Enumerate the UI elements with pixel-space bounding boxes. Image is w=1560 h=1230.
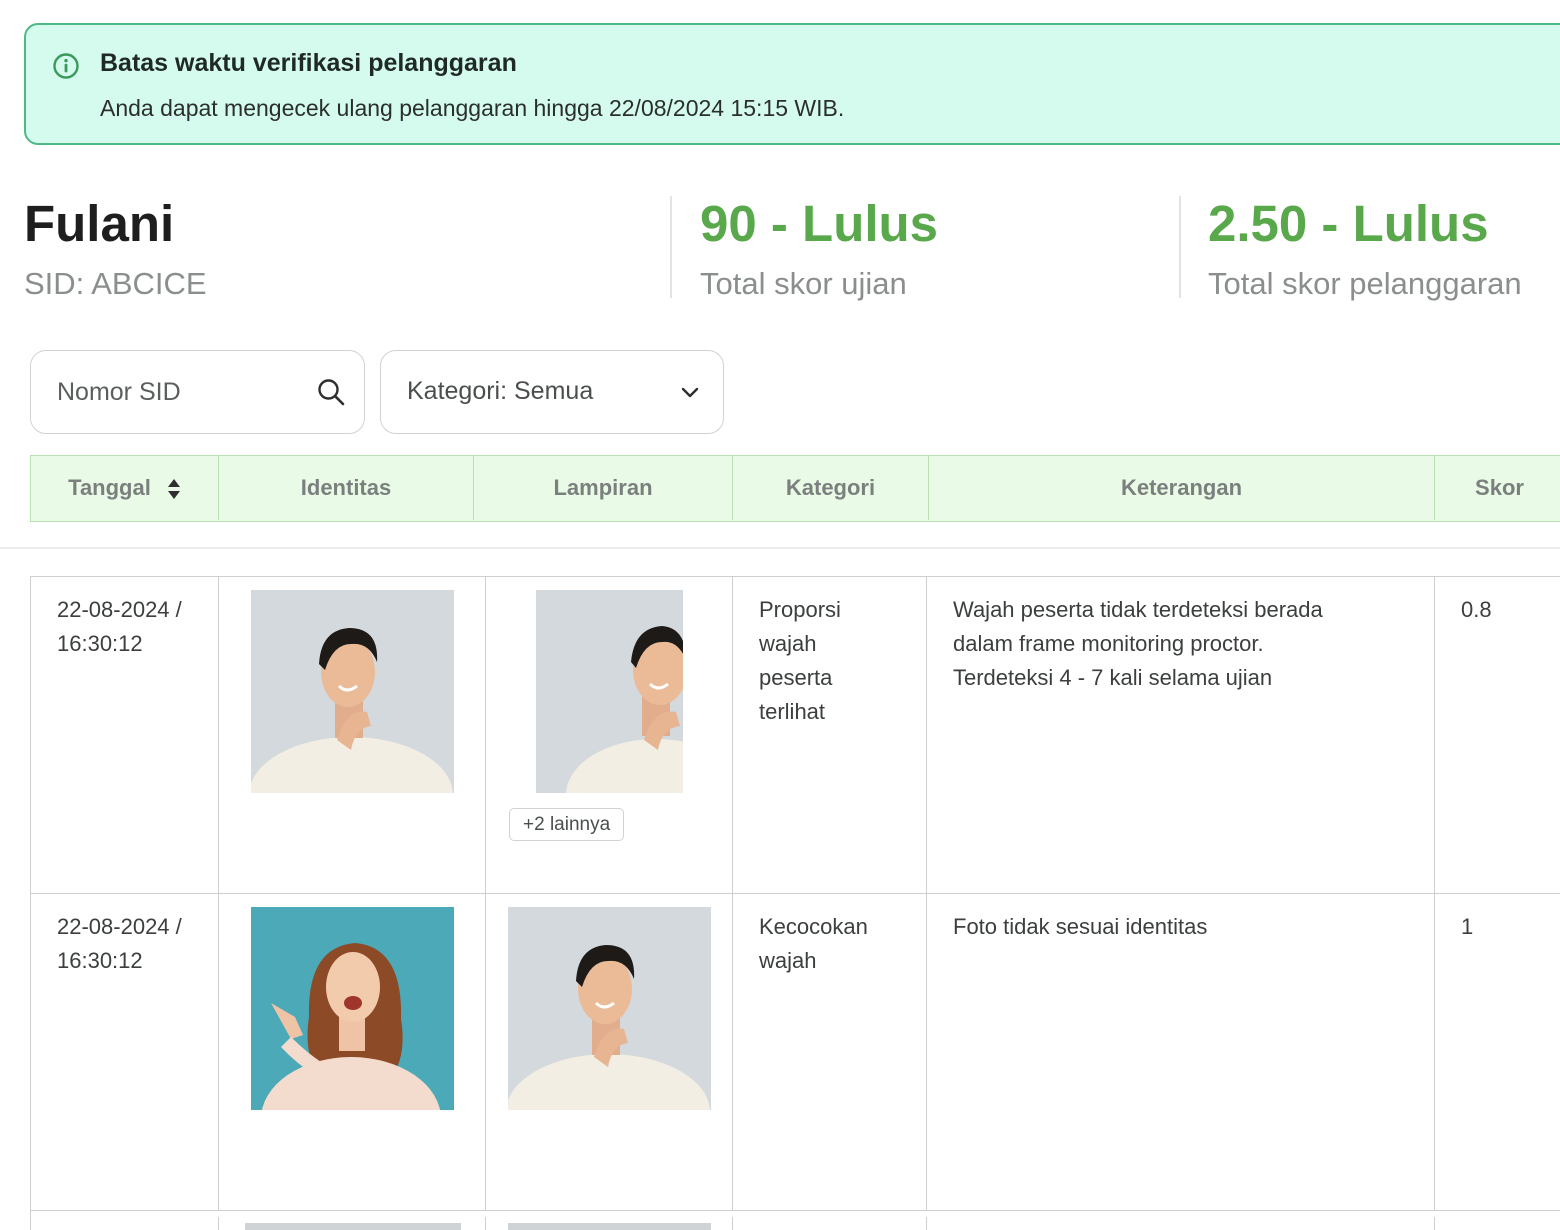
description-text: Wajah peserta tidak terdeteksi berada	[953, 597, 1323, 622]
sid-search-box[interactable]	[30, 350, 365, 434]
identity-cell	[219, 894, 486, 1210]
attachment-photo-cropped[interactable]	[536, 590, 683, 793]
description-text: Terdeteksi 4 - 7 kali selama ujian	[953, 665, 1273, 690]
description-text: dalam frame monitoring proctor.	[953, 631, 1264, 656]
column-header-label: Tanggal	[68, 475, 151, 500]
date-cell: 22-08-2024 / 16:30:12	[31, 894, 219, 1210]
column-header-skor: Skor	[1435, 456, 1560, 520]
info-icon	[53, 53, 79, 79]
alert-message: Anda dapat mengecek ulang pelanggaran hi…	[100, 95, 845, 121]
table-header: Tanggal Identitas Lampiran Kategori Kete…	[30, 455, 1560, 522]
category-text: wajah	[759, 948, 817, 973]
date-cell: 22-08-2024 / 16:30:12	[31, 577, 219, 893]
photo-thumbnail-partial	[508, 1223, 711, 1230]
category-text: wajah	[759, 631, 817, 656]
score-text: 0.8	[1461, 597, 1492, 622]
alert-title: Batas waktu verifikasi pelanggaran	[100, 49, 517, 77]
description-text: Foto tidak sesuai identitas	[953, 914, 1208, 939]
participant-sid: SID: ABCICE	[24, 266, 207, 301]
score-text: 1	[1461, 914, 1474, 939]
column-header-identitas: Identitas	[219, 456, 474, 520]
category-select-label: Kategori: Semua	[407, 377, 594, 405]
deadline-alert: Batas waktu verifikasi pelanggaran Anda …	[24, 23, 1560, 145]
attachment-photo-male[interactable]	[508, 907, 711, 1110]
violation-score: 2.50 - Lulus	[1208, 195, 1489, 252]
summary-divider	[670, 196, 672, 298]
violation-detail-page: Batas waktu verifikasi pelanggaran Anda …	[0, 0, 1560, 1230]
violation-table: 22-08-2024 / 16:30:12 +2 lainnya Propors…	[30, 576, 1560, 1230]
identity-photo-male[interactable]	[251, 590, 454, 793]
chevron-down-icon	[681, 387, 699, 398]
category-text: terlihat	[759, 699, 826, 724]
time-text: 16:30:12	[57, 631, 143, 656]
sid-search-input[interactable]	[57, 371, 317, 413]
date-text: 22-08-2024 /	[57, 914, 182, 939]
photo-thumbnail-partial	[245, 1223, 461, 1230]
table-row-partial	[31, 1217, 1560, 1230]
table-row[interactable]: 22-08-2024 / 16:30:12	[31, 894, 1560, 1211]
category-text: Kecocokan	[759, 914, 868, 939]
identity-cell	[219, 577, 486, 893]
category-text: Proporsi	[759, 597, 841, 622]
summary-divider	[1179, 196, 1181, 298]
more-attachments-badge[interactable]: +2 lainnya	[509, 808, 625, 841]
category-cell: Kecocokan wajah	[733, 894, 927, 1210]
column-header-keterangan: Keterangan	[929, 456, 1435, 520]
column-header-lampiran: Lampiran	[474, 456, 733, 520]
score-cell: 1	[1435, 894, 1560, 1210]
category-text: peserta	[759, 665, 833, 690]
score-cell: 0.8	[1435, 577, 1560, 893]
column-header-kategori: Kategori	[733, 456, 929, 520]
date-text: 22-08-2024 /	[57, 597, 182, 622]
attachment-cell: +2 lainnya	[486, 577, 733, 893]
table-row[interactable]: 22-08-2024 / 16:30:12	[31, 577, 1560, 894]
description-cell: Wajah peserta tidak terdeteksi berada da…	[927, 577, 1435, 893]
exam-score-label: Total skor ujian	[700, 266, 907, 301]
sort-icon[interactable]	[167, 478, 181, 500]
search-icon[interactable]	[316, 377, 346, 407]
violation-score-label: Total skor pelanggaran	[1208, 266, 1522, 301]
description-cell: Foto tidak sesuai identitas	[927, 894, 1435, 1210]
category-select[interactable]: Kategori: Semua	[380, 350, 724, 434]
section-divider	[0, 547, 1560, 549]
identity-photo-female[interactable]	[251, 907, 454, 1110]
column-header-tanggal[interactable]: Tanggal	[31, 456, 219, 520]
participant-name: Fulani	[24, 195, 175, 252]
attachment-cell	[486, 894, 733, 1210]
time-text: 16:30:12	[57, 948, 143, 973]
category-cell: Proporsi wajah peserta terlihat	[733, 577, 927, 893]
exam-score: 90 - Lulus	[700, 195, 939, 252]
